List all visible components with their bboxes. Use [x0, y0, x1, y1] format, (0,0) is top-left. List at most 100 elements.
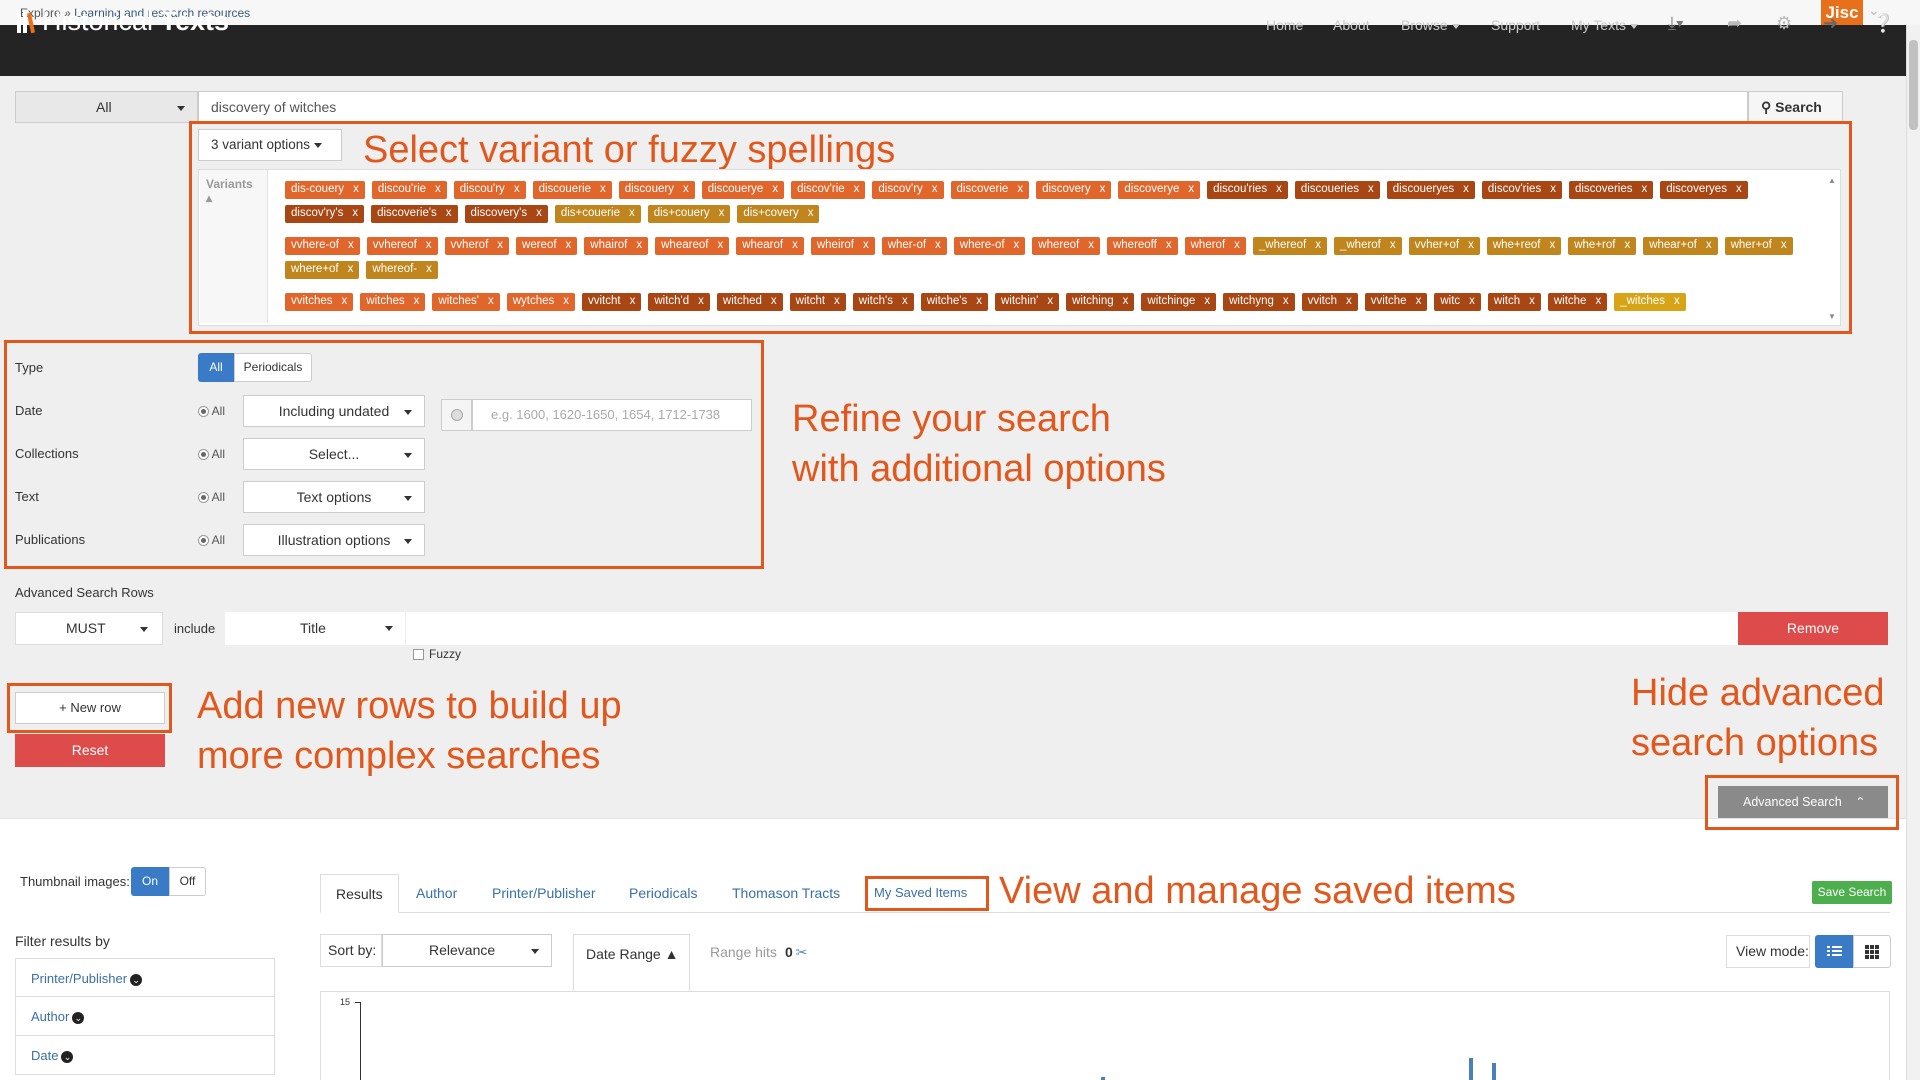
variant-tag[interactable]: wher-of x — [881, 237, 947, 255]
nav-about[interactable]: About — [1333, 17, 1370, 33]
remove-variant-icon[interactable]: x — [932, 183, 938, 195]
remove-variant-icon[interactable]: x — [563, 295, 569, 307]
facet-printer-publisher[interactable]: Printer/Publisher ⌄ — [15, 958, 275, 997]
variant-tag[interactable]: whear+of x — [1643, 237, 1718, 255]
variant-tag[interactable]: witche x — [1547, 293, 1608, 311]
remove-variant-icon[interactable]: x — [348, 239, 354, 251]
scrollbar-thumb[interactable] — [1909, 40, 1918, 130]
remove-variant-icon[interactable]: x — [935, 239, 941, 251]
variant-tag[interactable]: witched x — [716, 293, 783, 311]
advanced-search-toggle[interactable]: Advanced Search ⌃ — [1718, 786, 1888, 818]
variant-tag[interactable]: discoueryes x — [1386, 181, 1475, 199]
variant-tag[interactable]: discouerie x — [532, 181, 612, 199]
remove-variant-icon[interactable]: x — [342, 295, 348, 307]
scroll-up-icon[interactable]: ▲ — [1828, 176, 1836, 185]
remove-variant-icon[interactable]: x — [1549, 239, 1555, 251]
new-row-button[interactable]: + New row — [15, 692, 165, 724]
variant-tag[interactable]: discov'ry x — [872, 181, 944, 199]
remove-variant-icon[interactable]: x — [976, 295, 982, 307]
remove-variant-icon[interactable]: x — [1463, 183, 1469, 195]
tab-printer-publisher[interactable]: Printer/Publisher — [477, 874, 611, 912]
gear-icon[interactable]: ⚙ — [1776, 13, 1792, 34]
remove-variant-icon[interactable]: x — [426, 239, 432, 251]
variant-tag[interactable]: witchinge x — [1141, 293, 1217, 311]
variant-tag[interactable]: vvher+of x — [1408, 237, 1480, 255]
publications-all-radio[interactable]: All — [198, 533, 225, 547]
remove-variant-icon[interactable]: x — [1188, 183, 1194, 195]
remove-variant-icon[interactable]: x — [1166, 239, 1172, 251]
save-search-button[interactable]: Save Search — [1812, 881, 1892, 904]
remove-variant-icon[interactable]: x — [771, 295, 777, 307]
variant-tag[interactable]: _whereof x — [1252, 237, 1327, 255]
text-all-radio[interactable]: All — [198, 490, 225, 504]
variant-tag[interactable]: wher+of x — [1724, 237, 1793, 255]
search-term-input[interactable] — [405, 612, 1738, 645]
variant-tag[interactable]: witc x — [1434, 293, 1481, 311]
date-select[interactable]: Including undated — [243, 395, 425, 427]
variant-tag[interactable]: discov'rie x — [791, 181, 866, 199]
variant-tag[interactable]: whereoff x — [1106, 237, 1178, 255]
remove-variant-icon[interactable]: x — [808, 207, 814, 219]
variant-tag[interactable]: wherof x — [1184, 237, 1246, 255]
tab-thomason-tracts[interactable]: Thomason Tracts — [717, 874, 855, 912]
tab-results[interactable]: Results — [320, 874, 399, 913]
scroll-down-icon[interactable]: ▼ — [1828, 312, 1836, 321]
remove-variant-icon[interactable]: x — [1234, 239, 1240, 251]
variant-tag[interactable]: vvherof x — [444, 237, 510, 255]
variant-tag[interactable]: discoveries x — [1568, 181, 1654, 199]
variant-tag[interactable]: dis+covery x — [737, 205, 820, 223]
variant-tag[interactable]: discoverie x — [950, 181, 1030, 199]
scissors-icon[interactable]: ✂ — [796, 944, 808, 960]
variant-tag[interactable]: wereof x — [516, 237, 578, 255]
remove-variant-icon[interactable]: x — [1014, 239, 1020, 251]
download-icon[interactable]: ⤓▾ — [1668, 13, 1684, 34]
remove-variant-icon[interactable]: x — [1368, 183, 1374, 195]
remove-variant-icon[interactable]: x — [566, 239, 572, 251]
facet-author[interactable]: Author ⌄ — [15, 997, 275, 1036]
remove-variant-icon[interactable]: x — [1781, 239, 1787, 251]
variant-tag[interactable]: discovery x — [1036, 181, 1112, 199]
variant-tag[interactable]: wheirof x — [810, 237, 875, 255]
histogram-bar[interactable] — [1492, 1063, 1496, 1080]
thumbnail-off-toggle[interactable]: Off — [169, 867, 206, 896]
remove-variant-icon[interactable]: x — [1315, 239, 1321, 251]
collections-all-radio[interactable]: All — [198, 447, 225, 461]
variant-tag[interactable]: witch'd x — [648, 293, 710, 311]
variant-tag[interactable]: whereof-x — [366, 261, 438, 279]
remove-variant-icon[interactable]: x — [414, 295, 420, 307]
remove-variant-icon[interactable]: x — [854, 183, 860, 195]
histogram-bar[interactable] — [1469, 1058, 1473, 1080]
variant-tag[interactable]: vvhere-of x — [285, 237, 360, 255]
variant-tag[interactable]: discovery's x — [464, 205, 548, 223]
variant-tag[interactable]: discou'rie x — [371, 181, 447, 199]
variant-tag[interactable]: where+of x — [285, 261, 360, 279]
list-view-button[interactable] — [1815, 935, 1853, 968]
remove-variant-icon[interactable]: x — [698, 295, 704, 307]
remove-variant-icon[interactable]: x — [1390, 239, 1396, 251]
variant-tag[interactable]: witche's x — [920, 293, 988, 311]
sort-select[interactable]: Relevance — [382, 934, 552, 967]
thumbnail-on-toggle[interactable]: On — [131, 867, 169, 896]
variant-tag[interactable]: whairof x — [584, 237, 649, 255]
variant-tag[interactable]: _witches x — [1614, 293, 1686, 311]
variant-tag[interactable]: dis+couery x — [647, 205, 731, 223]
variant-tag[interactable]: witches' x — [432, 293, 500, 311]
help-icon[interactable]: ❔ — [1872, 13, 1894, 34]
remove-variant-icon[interactable]: x — [1706, 239, 1712, 251]
remove-variant-icon[interactable]: x — [600, 183, 606, 195]
date-range-input[interactable]: e.g. 1600, 1620-1650, 1654, 1712-1738 — [472, 399, 752, 431]
field-select[interactable]: Title — [225, 612, 405, 645]
remove-variant-icon[interactable]: x — [435, 183, 441, 195]
search-scope-select[interactable]: All — [15, 91, 198, 123]
variant-tag[interactable]: vvitch x — [1301, 293, 1358, 311]
remove-variant-icon[interactable]: x — [514, 183, 520, 195]
search-button[interactable]: ⚲ Search — [1748, 91, 1843, 123]
variant-tag[interactable]: whe+reof x — [1486, 237, 1562, 255]
remove-variant-icon[interactable]: x — [446, 207, 452, 219]
fuzzy-checkbox[interactable]: Fuzzy — [413, 647, 461, 661]
remove-variant-icon[interactable]: x — [348, 263, 354, 275]
reset-button[interactable]: Reset — [15, 734, 165, 767]
variant-tag[interactable]: witcht x — [789, 293, 846, 311]
remove-variant-icon[interactable]: x — [426, 263, 432, 275]
remove-variant-icon[interactable]: x — [1017, 183, 1023, 195]
